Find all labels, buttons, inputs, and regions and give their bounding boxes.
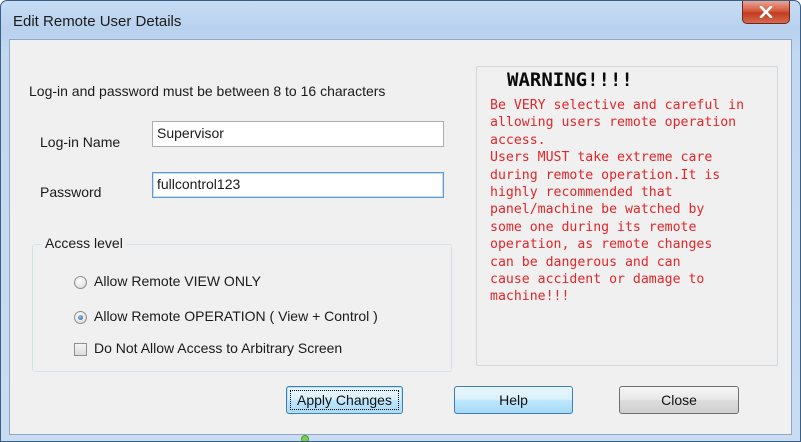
apply-changes-button[interactable]: Apply Changes bbox=[286, 386, 403, 414]
warning-text: Be VERY selective and careful in allowin… bbox=[490, 98, 745, 305]
warning-title: WARNING!!!! bbox=[507, 69, 633, 91]
title-bar[interactable]: Edit Remote User Details bbox=[1, 1, 800, 39]
view-only-radio[interactable] bbox=[74, 276, 87, 289]
arbitrary-screen-label[interactable]: Do Not Allow Access to Arbitrary Screen bbox=[94, 340, 342, 356]
radio-selected-dot bbox=[78, 315, 83, 320]
access-level-group: Access level Allow Remote VIEW ONLY Allo… bbox=[32, 235, 452, 372]
arbitrary-screen-checkbox[interactable] bbox=[74, 343, 87, 356]
window-indicator-dot bbox=[301, 435, 309, 441]
view-only-label[interactable]: Allow Remote VIEW ONLY bbox=[94, 273, 261, 289]
login-name-label: Log-in Name bbox=[40, 134, 121, 150]
dialog-window: Edit Remote User Details Log-in and pass… bbox=[0, 0, 801, 442]
credentials-hint: Log-in and password must be between 8 to… bbox=[29, 83, 386, 99]
password-input[interactable]: fullcontrol123 bbox=[152, 172, 444, 198]
help-button[interactable]: Help bbox=[454, 386, 573, 414]
close-icon bbox=[759, 6, 773, 18]
window-title: Edit Remote User Details bbox=[13, 13, 182, 30]
dialog-body: Log-in and password must be between 8 to… bbox=[9, 39, 792, 435]
focus-indicator bbox=[290, 390, 399, 410]
operation-radio[interactable] bbox=[74, 311, 87, 324]
access-level-legend: Access level bbox=[41, 235, 127, 251]
close-button[interactable]: Close bbox=[619, 386, 739, 414]
help-label: Help bbox=[499, 392, 528, 408]
operation-label[interactable]: Allow Remote OPERATION ( View + Control … bbox=[94, 308, 378, 324]
close-label: Close bbox=[661, 392, 697, 408]
warning-panel: WARNING!!!! Be VERY selective and carefu… bbox=[476, 66, 778, 366]
password-label: Password bbox=[40, 184, 102, 200]
login-name-input[interactable]: Supervisor bbox=[152, 121, 444, 147]
window-close-button[interactable] bbox=[742, 1, 790, 24]
